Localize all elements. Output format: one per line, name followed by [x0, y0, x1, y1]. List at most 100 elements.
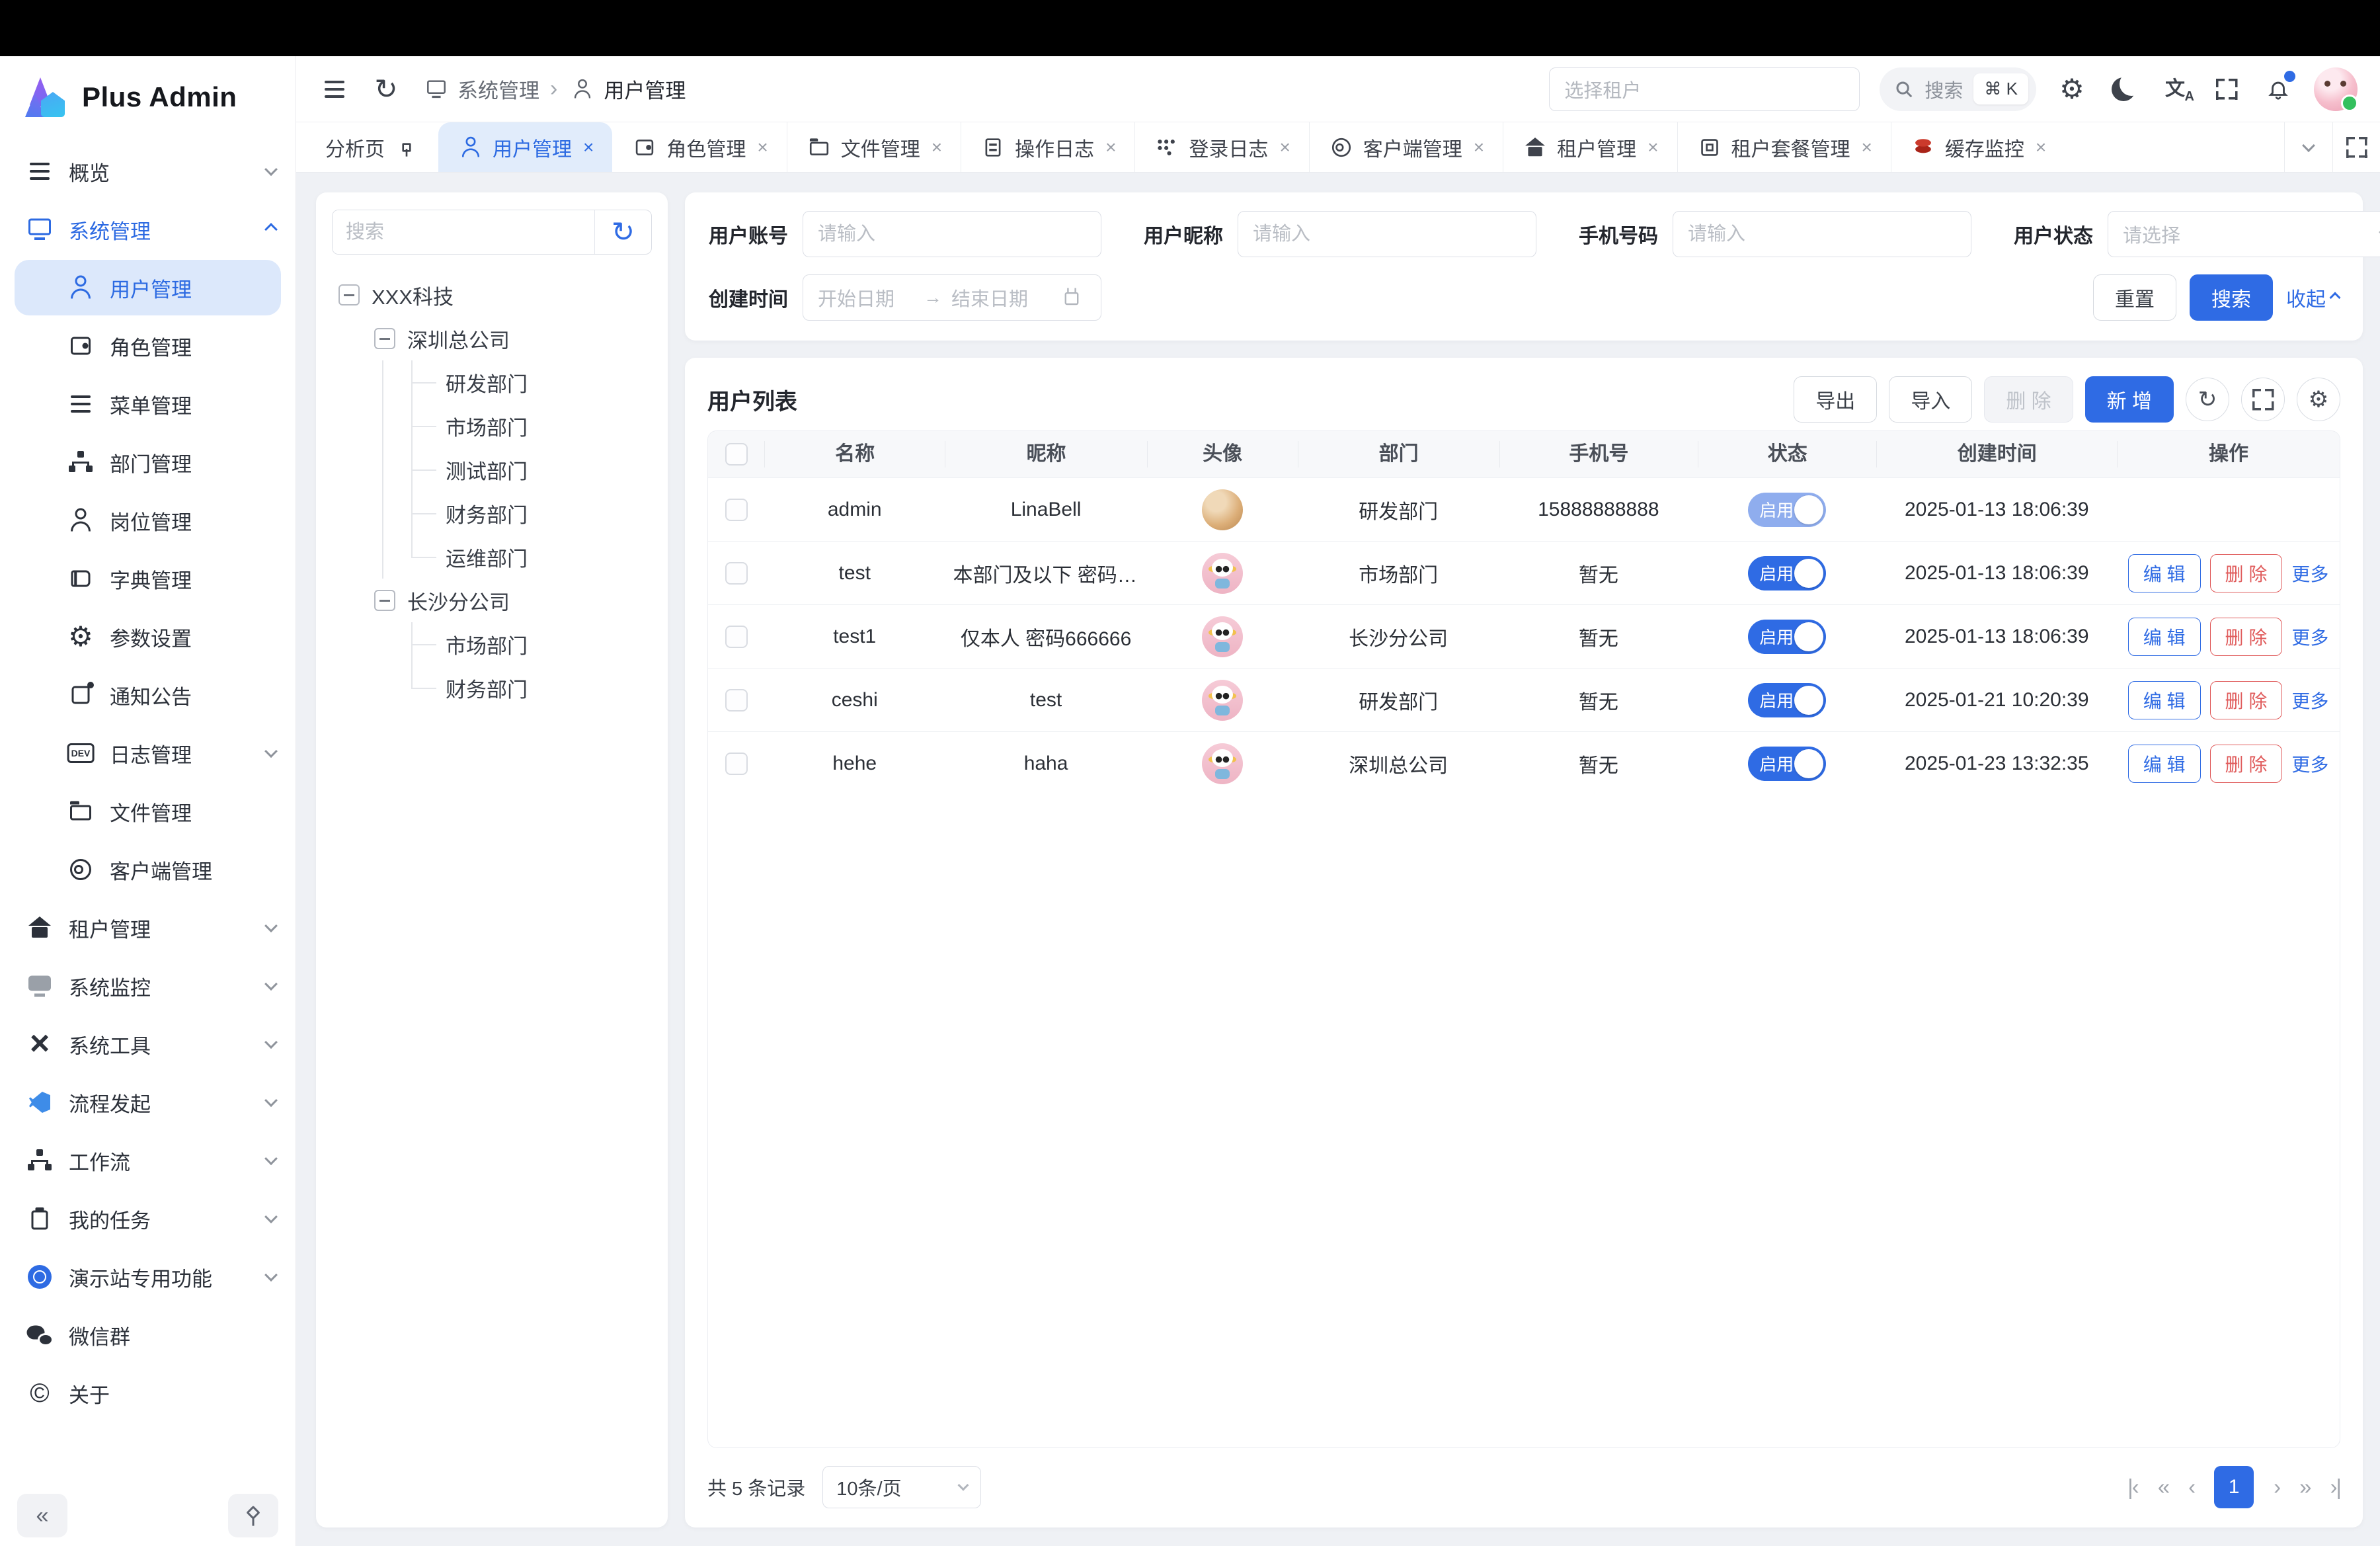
tree-search-input[interactable] [333, 210, 594, 254]
reset-button[interactable]: 重置 [2093, 274, 2176, 321]
tree-node[interactable]: 测试部门 [332, 448, 652, 491]
tab-close-icon[interactable]: × [2036, 137, 2046, 158]
row-delete-button[interactable]: 删 除 [2210, 681, 2283, 719]
status-toggle[interactable]: 启用 [1748, 556, 1826, 590]
row-delete-button[interactable]: 删 除 [2210, 554, 2283, 592]
status-toggle[interactable]: 启用 [1748, 747, 1826, 781]
tab[interactable]: 缓存监控 × [1891, 122, 2065, 172]
sidebar-item[interactable]: 系统管理 [0, 200, 296, 259]
collapse-filters-link[interactable]: 收起 [2286, 283, 2339, 312]
status-toggle[interactable]: 启用 [1748, 683, 1826, 717]
edit-button[interactable]: 编 辑 [2128, 681, 2201, 719]
sidebar-item[interactable]: 演示站专用功能 [0, 1248, 296, 1306]
tab-close-icon[interactable]: × [1647, 137, 1658, 158]
refresh-page-button[interactable] [370, 73, 402, 105]
nickname-input[interactable] [1253, 224, 1521, 245]
tab-close-icon[interactable]: × [1105, 137, 1116, 158]
export-button[interactable]: 导出 [1794, 376, 1877, 423]
tree-collapse-icon[interactable] [374, 328, 395, 349]
tab[interactable]: 文件管理 × [787, 122, 961, 172]
settings-button[interactable] [2056, 73, 2088, 105]
tab[interactable]: 租户管理 × [1503, 122, 1677, 172]
edit-button[interactable]: 编 辑 [2128, 745, 2201, 783]
delete-button[interactable]: 删 除 [1984, 376, 2073, 423]
sidebar-item[interactable]: 概览 [0, 142, 296, 200]
tree-node[interactable]: 长沙分公司 [332, 579, 652, 622]
tab[interactable]: 登录日志 × [1134, 122, 1308, 172]
tree-node[interactable]: 市场部门 [332, 622, 652, 666]
tree-node[interactable]: XXX科技 [332, 273, 652, 317]
row-checkbox[interactable] [725, 562, 748, 585]
tree-node[interactable]: 财务部门 [332, 666, 652, 710]
tab-close-icon[interactable]: × [1279, 137, 1290, 158]
avatar[interactable] [2314, 67, 2358, 111]
search-button[interactable]: 搜索 [2190, 274, 2273, 321]
date-range-picker[interactable]: 开始日期 → 结束日期 [803, 274, 1101, 321]
edit-button[interactable]: 编 辑 [2128, 554, 2201, 592]
sidebar-collapse-button[interactable]: « [17, 1494, 67, 1537]
language-switch-button[interactable]: 文A [2159, 73, 2191, 105]
tree-node[interactable]: 财务部门 [332, 491, 652, 535]
brand[interactable]: Plus Admin [0, 56, 296, 133]
hamburger-menu-button[interactable] [319, 73, 350, 105]
tree-node[interactable]: 研发部门 [332, 360, 652, 404]
sidebar-item[interactable]: 部门管理 [0, 433, 296, 491]
page-number-current[interactable]: 1 [2214, 1466, 2254, 1508]
more-actions-link[interactable]: 更多 [2291, 687, 2328, 713]
row-delete-button[interactable]: 删 除 [2210, 618, 2283, 656]
sidebar-item[interactable]: 字典管理 [0, 549, 296, 608]
tree-node[interactable]: 深圳总公司 [332, 317, 652, 360]
edit-button[interactable]: 编 辑 [2128, 618, 2201, 656]
tab-close-icon[interactable]: × [757, 137, 768, 158]
more-actions-link[interactable]: 更多 [2291, 624, 2328, 650]
sidebar-item[interactable]: 文件管理 [0, 782, 296, 840]
more-actions-link[interactable]: 更多 [2291, 560, 2328, 587]
tab[interactable]: 分析页 [307, 122, 438, 172]
sidebar-item[interactable]: 系统监控 [0, 957, 296, 1015]
tree-collapse-icon[interactable] [374, 590, 395, 611]
sidebar-item[interactable]: 日志管理 [0, 724, 296, 782]
tab-close-icon[interactable]: × [932, 137, 942, 158]
sidebar-item[interactable]: 流程发起 [0, 1073, 296, 1131]
sidebar-item[interactable]: 菜单管理 [0, 375, 296, 433]
sidebar-item[interactable]: 系统工具 [0, 1015, 296, 1073]
tab-close-icon[interactable]: × [583, 137, 594, 158]
row-checkbox[interactable] [725, 689, 748, 712]
sidebar-item[interactable]: 通知公告 [0, 666, 296, 724]
tree-collapse-icon[interactable] [338, 284, 360, 305]
dark-mode-toggle[interactable] [2108, 73, 2139, 105]
sidebar-item[interactable]: 租户管理 [0, 899, 296, 957]
sidebar-item[interactable]: 微信群 [0, 1306, 296, 1364]
last-page-button[interactable]: ›| [2330, 1475, 2340, 1500]
next-group-button[interactable]: » [2299, 1475, 2310, 1500]
sidebar-item[interactable]: 参数设置 [0, 608, 296, 666]
tab[interactable]: 角色管理 × [612, 122, 786, 172]
sidebar-item[interactable]: 客户端管理 [0, 840, 296, 899]
prev-page-button[interactable]: ‹ [2188, 1475, 2194, 1500]
page-size-select[interactable]: 10条/页 [822, 1466, 981, 1508]
status-toggle[interactable]: 启用 [1748, 620, 1826, 654]
tree-node[interactable]: 市场部门 [332, 404, 652, 448]
status-select[interactable]: 请选择 [2108, 211, 2380, 257]
more-actions-link[interactable]: 更多 [2291, 751, 2328, 777]
row-delete-button[interactable]: 删 除 [2210, 745, 2283, 783]
add-button[interactable]: 新 增 [2085, 376, 2174, 423]
tree-node[interactable]: 运维部门 [332, 535, 652, 579]
row-checkbox[interactable] [725, 753, 748, 775]
next-page-button[interactable]: › [2274, 1475, 2280, 1500]
breadcrumb-current[interactable]: 用户管理 [568, 74, 686, 104]
row-checkbox[interactable] [725, 626, 748, 648]
fullscreen-button[interactable] [2211, 73, 2242, 105]
first-page-button[interactable]: |‹ [2127, 1475, 2138, 1500]
sidebar-item[interactable]: 角色管理 [0, 317, 296, 375]
sidebar-item[interactable]: 关于 [0, 1364, 296, 1422]
phone-input[interactable] [1688, 224, 1956, 245]
select-all-checkbox[interactable] [725, 443, 748, 466]
account-input[interactable] [818, 224, 1086, 245]
tab-close-icon[interactable]: × [1474, 137, 1484, 158]
tab[interactable]: 操作日志 × [961, 122, 1134, 172]
tree-refresh-button[interactable] [594, 210, 651, 254]
table-refresh-button[interactable] [2186, 378, 2229, 421]
tab[interactable]: 租户套餐管理 × [1677, 122, 1891, 172]
sidebar-item[interactable]: 我的任务 [0, 1190, 296, 1248]
